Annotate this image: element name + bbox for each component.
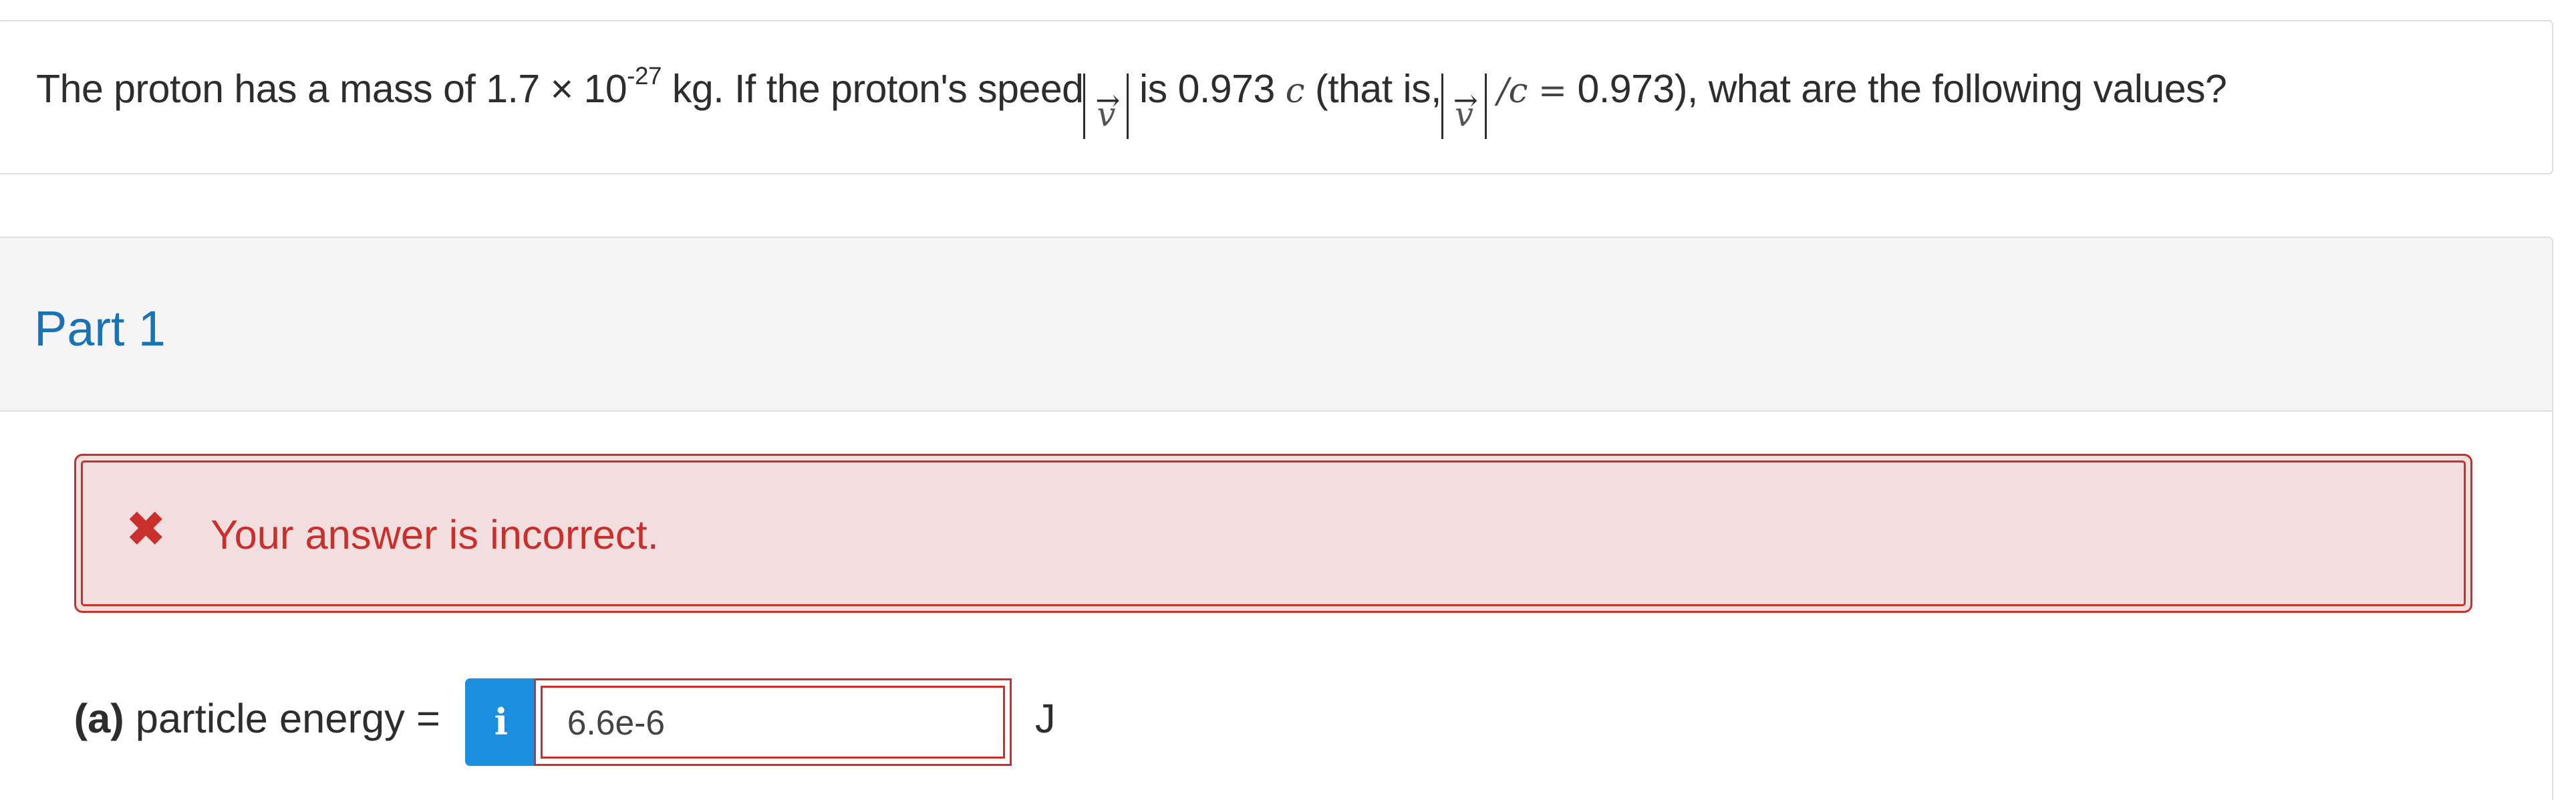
answer-unit: J — [1034, 695, 1056, 742]
close-icon: ✖ — [125, 501, 167, 559]
part-header: Part 1 — [0, 238, 2552, 412]
question-segment: The proton has a mass of 1.7 × 10 — [36, 67, 627, 112]
answer-field-wrapper — [534, 678, 1012, 766]
vector-arrow: → — [1453, 84, 1478, 118]
feedback-alert: ✖ Your answer is incorrect. — [74, 453, 2473, 613]
speed-of-light-symbol: c — [1285, 71, 1305, 112]
feedback-message: Your answer is incorrect. — [210, 512, 659, 559]
velocity-magnitude: → v — [1083, 73, 1129, 140]
page: The proton has a mass of 1.7 × 10-27 kg.… — [0, 0, 2576, 800]
question-segment: 0.973), what are the following values? — [1577, 67, 2227, 112]
exponent: -27 — [627, 62, 662, 90]
answer-label-part: (a) — [74, 695, 124, 742]
question-segment: kg. If the proton's speed — [661, 67, 1084, 112]
answer-input[interactable] — [536, 680, 1010, 764]
part-title: Part 1 — [34, 301, 166, 357]
question-text: The proton has a mass of 1.7 × 10-27 kg.… — [36, 62, 2227, 140]
velocity-magnitude: → v — [1441, 73, 1487, 140]
answer-label-text: particle energy = — [124, 695, 440, 742]
vector-arrow: → — [1095, 84, 1120, 118]
question-segment: is 0.973 — [1129, 67, 1286, 112]
speed-of-light-symbol: c — [1508, 71, 1528, 112]
equals-sign: = — [1527, 71, 1578, 112]
answer-label: (a) particle energy = — [74, 695, 440, 743]
info-icon[interactable]: i — [464, 678, 537, 766]
division-slash: / — [1486, 71, 1509, 112]
question-segment: (that is, — [1304, 67, 1442, 112]
